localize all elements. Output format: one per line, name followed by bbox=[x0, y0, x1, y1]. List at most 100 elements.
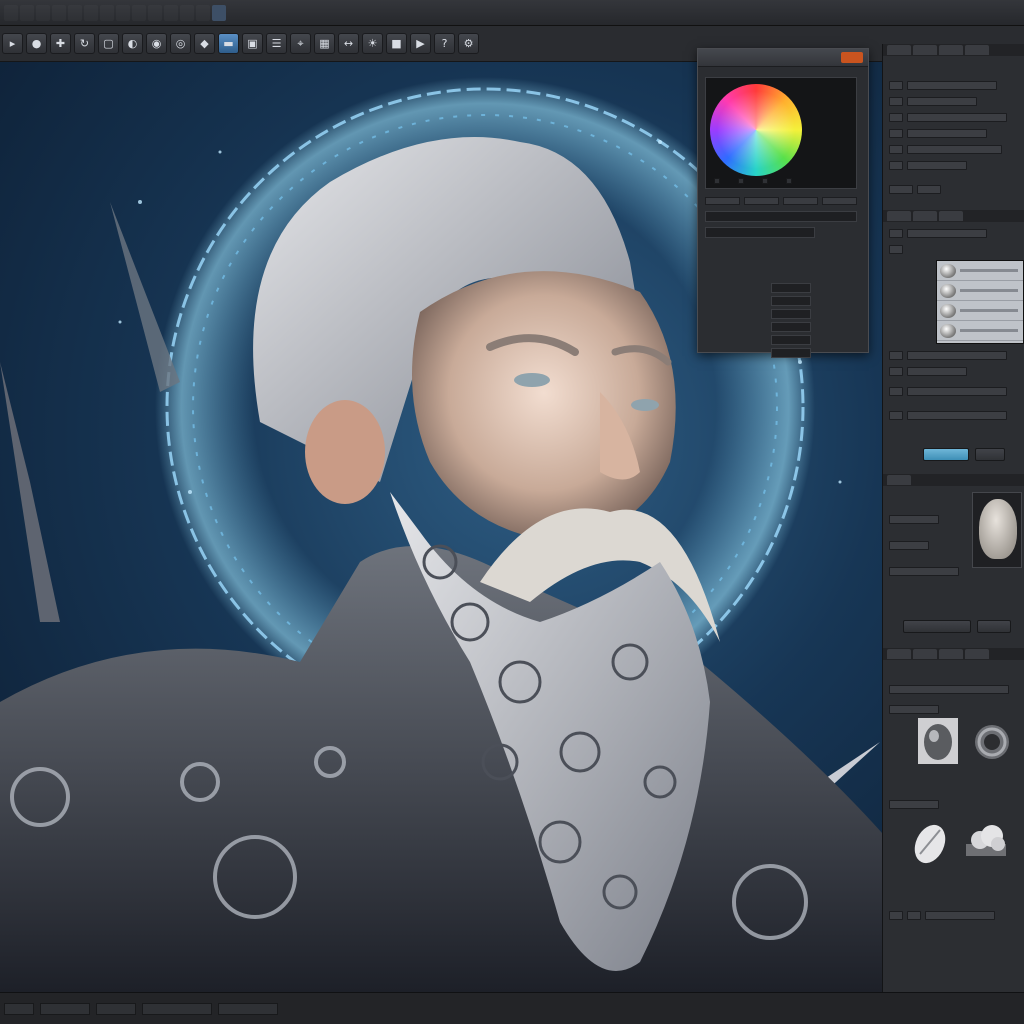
color-property-value[interactable] bbox=[771, 295, 811, 306]
scale-tool-button[interactable]: ▢ bbox=[98, 33, 119, 54]
pinch-tool-button[interactable]: ◆ bbox=[194, 33, 215, 54]
color-panel-header[interactable] bbox=[698, 49, 868, 67]
dock-chip[interactable] bbox=[907, 350, 1007, 360]
dock-button[interactable] bbox=[977, 620, 1011, 633]
dock-chip[interactable] bbox=[889, 128, 903, 138]
swatch[interactable] bbox=[822, 197, 857, 205]
dock-tab[interactable] bbox=[939, 649, 963, 659]
wheel-control[interactable] bbox=[738, 178, 744, 184]
dock-chip[interactable] bbox=[907, 410, 1007, 420]
dock-chip[interactable] bbox=[889, 514, 939, 524]
dock-chip[interactable] bbox=[907, 910, 921, 920]
color-field[interactable] bbox=[705, 211, 857, 222]
dock-chip[interactable] bbox=[889, 144, 903, 154]
menu-material[interactable]: ​ bbox=[148, 5, 162, 21]
dock-tab[interactable] bbox=[965, 45, 989, 55]
menu-view[interactable]: ​ bbox=[36, 5, 50, 21]
dock-chip[interactable] bbox=[889, 799, 939, 809]
status-field[interactable] bbox=[40, 1002, 90, 1015]
settings-tool-button[interactable]: ⚙ bbox=[458, 33, 479, 54]
dock-chip[interactable] bbox=[889, 80, 903, 90]
wheel-control[interactable] bbox=[786, 178, 792, 184]
brush-tool-button[interactable]: ● bbox=[26, 33, 47, 54]
dock-chip[interactable] bbox=[907, 96, 977, 106]
dock-chip[interactable] bbox=[889, 684, 1009, 694]
dock-chip[interactable] bbox=[907, 228, 987, 238]
menu-texture[interactable]: ​ bbox=[132, 5, 146, 21]
dock-chip[interactable] bbox=[889, 540, 929, 550]
dock-chip[interactable] bbox=[917, 184, 941, 194]
dock-chip[interactable] bbox=[907, 128, 987, 138]
brush-preset[interactable] bbox=[937, 321, 1023, 341]
grid-tool-button[interactable]: ▦ bbox=[314, 33, 335, 54]
dock-chip[interactable] bbox=[889, 96, 903, 106]
dock-chip[interactable] bbox=[889, 350, 903, 360]
dock-chip[interactable] bbox=[889, 184, 913, 194]
menu-mesh[interactable]: ​ bbox=[52, 5, 66, 21]
dock-chip[interactable] bbox=[889, 160, 903, 170]
dock-tab[interactable] bbox=[913, 45, 937, 55]
camera-tool-button[interactable]: ■ bbox=[386, 33, 407, 54]
menu-stroke[interactable]: ​ bbox=[116, 5, 130, 21]
dock-chip[interactable] bbox=[889, 566, 959, 576]
dock-button[interactable] bbox=[903, 620, 971, 633]
symmetry-tool-button[interactable]: ↔ bbox=[338, 33, 359, 54]
smooth-tool-button[interactable]: ◐ bbox=[122, 33, 143, 54]
dock-chip[interactable] bbox=[907, 80, 997, 90]
menu-sculpt[interactable]: ​ bbox=[68, 5, 82, 21]
menu-window[interactable]: ​ bbox=[196, 5, 210, 21]
color-property-value[interactable] bbox=[771, 282, 811, 293]
menu-render[interactable]: ​ bbox=[180, 5, 194, 21]
menu-file[interactable]: ​ bbox=[4, 5, 18, 21]
wheel-control[interactable] bbox=[714, 178, 720, 184]
dock-tab[interactable] bbox=[913, 649, 937, 659]
dock-chip[interactable] bbox=[889, 112, 903, 122]
color-wheel[interactable] bbox=[710, 84, 802, 176]
dock-tab[interactable] bbox=[887, 45, 911, 55]
dock-tab[interactable] bbox=[887, 211, 911, 221]
option-button[interactable] bbox=[975, 448, 1005, 461]
dock-chip[interactable] bbox=[907, 386, 1007, 396]
dock-tab[interactable] bbox=[887, 649, 911, 659]
lights-tool-button[interactable]: ☀ bbox=[362, 33, 383, 54]
color-property-value[interactable] bbox=[771, 334, 811, 345]
dock-chip[interactable] bbox=[907, 144, 1002, 154]
status-field[interactable] bbox=[96, 1002, 136, 1015]
ring-material[interactable] bbox=[972, 718, 1012, 764]
move-tool-button[interactable]: ✚ bbox=[50, 33, 71, 54]
mask-tool-button[interactable]: ▣ bbox=[242, 33, 263, 54]
cloud-material[interactable] bbox=[966, 814, 1006, 860]
color-field[interactable] bbox=[705, 227, 815, 238]
dock-tab[interactable] bbox=[939, 211, 963, 221]
dock-chip[interactable] bbox=[889, 704, 939, 714]
brush-preset[interactable] bbox=[937, 281, 1023, 301]
layers-tool-button[interactable]: ☰ bbox=[266, 33, 287, 54]
dock-chip[interactable] bbox=[889, 244, 903, 254]
color-property-value[interactable] bbox=[771, 321, 811, 332]
snap-tool-button[interactable]: ⌖ bbox=[290, 33, 311, 54]
color-property-value[interactable] bbox=[771, 347, 811, 358]
help-tool-button[interactable]: ? bbox=[434, 33, 455, 54]
wheel-control[interactable] bbox=[762, 178, 768, 184]
shell-material[interactable] bbox=[910, 820, 950, 866]
inflate-tool-button[interactable]: ◎ bbox=[170, 33, 191, 54]
brush-preset[interactable] bbox=[937, 261, 1023, 281]
render-tool-button[interactable]: ▶ bbox=[410, 33, 431, 54]
dock-chip[interactable] bbox=[889, 410, 903, 420]
dock-tab[interactable] bbox=[913, 211, 937, 221]
select-tool-button[interactable]: ▸ bbox=[2, 33, 23, 54]
dock-chip[interactable] bbox=[925, 910, 995, 920]
status-field[interactable] bbox=[142, 1002, 212, 1015]
dock-chip[interactable] bbox=[889, 910, 903, 920]
color-panel-button[interactable] bbox=[841, 52, 863, 63]
swatch[interactable] bbox=[783, 197, 818, 205]
menu-edit[interactable]: ​ bbox=[20, 5, 34, 21]
clay-tool-button[interactable]: ◉ bbox=[146, 33, 167, 54]
brush-preset[interactable] bbox=[937, 301, 1023, 321]
dock-chip[interactable] bbox=[889, 228, 903, 238]
dock-chip[interactable] bbox=[907, 366, 967, 376]
swatch[interactable] bbox=[705, 197, 740, 205]
rotate-tool-button[interactable]: ↻ bbox=[74, 33, 95, 54]
flatten-tool-button[interactable]: ▬ bbox=[218, 33, 239, 54]
swatch[interactable] bbox=[744, 197, 779, 205]
